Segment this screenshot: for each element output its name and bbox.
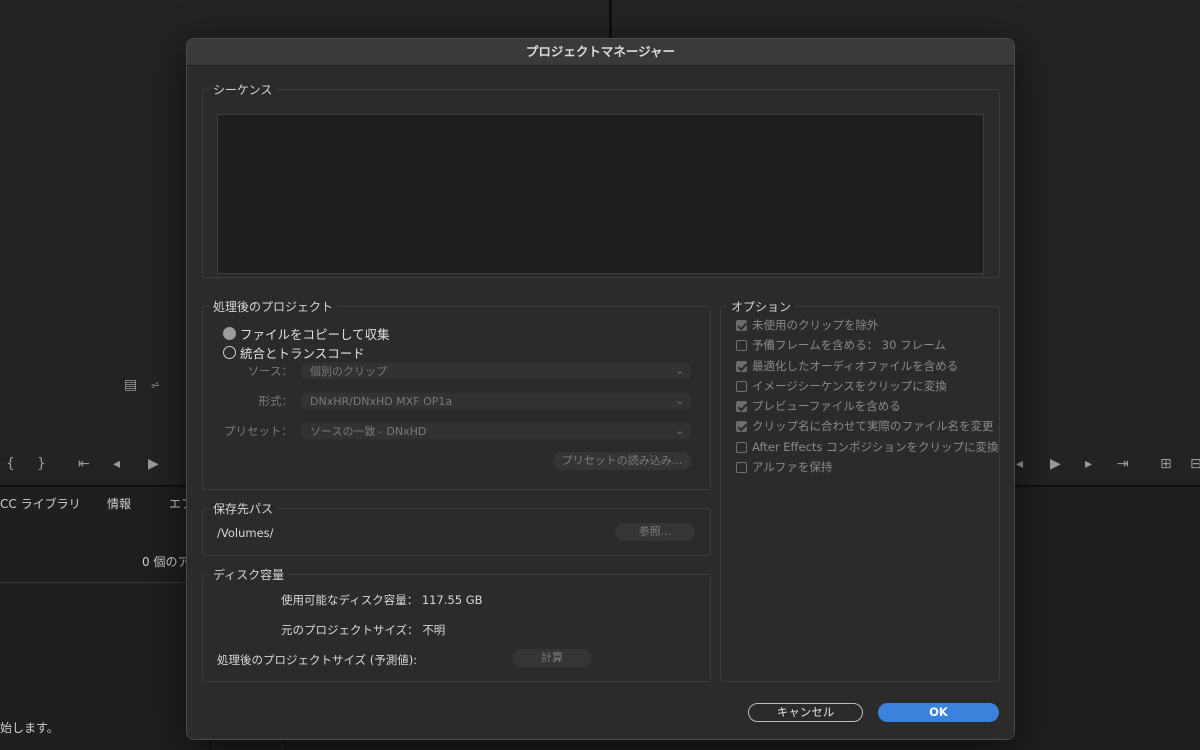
cancel-button[interactable]: キャンセル xyxy=(748,703,863,722)
status-text: 始します。 xyxy=(0,721,59,735)
go-to-in-icon[interactable]: ⇤ xyxy=(78,456,90,472)
format-label: 形式： xyxy=(258,394,294,408)
go-to-out-icon[interactable]: ⇥ xyxy=(1117,456,1129,472)
available-disk-space: 使用可能なディスク容量： 117.55 GB xyxy=(281,592,483,608)
options-group: オプション 未使用のクリップを除外 予備フレームを含める： 30 フレーム 最適… xyxy=(720,298,1000,682)
option-label: クリップ名に合わせて実際のファイル名を変更 xyxy=(752,419,994,433)
checkbox-exclude-unused[interactable] xyxy=(736,319,747,331)
checkbox-conformed-audio[interactable] xyxy=(736,360,747,372)
option-label: 最適化したオーディオファイルを含める xyxy=(752,359,959,373)
chevron-down-icon: ⌄ xyxy=(675,426,684,437)
destination-path-group: 保存先パス /Volumes/ 参照... xyxy=(202,500,711,556)
browse-button[interactable]: 参照... xyxy=(615,523,695,541)
load-preset-button[interactable]: プリセットの読み込み... xyxy=(553,452,691,470)
extract-icon[interactable]: ⊟ xyxy=(1190,456,1200,472)
option-label: 未使用のクリップを除外 xyxy=(752,318,879,332)
background-divider-lower xyxy=(0,582,186,583)
result-project-legend: 処理後のプロジェクト xyxy=(209,298,338,315)
library-prefix: CC xyxy=(0,497,17,511)
chevron-down-icon: ⌄ xyxy=(675,396,684,407)
chevron-down-icon: ⌄ xyxy=(675,366,684,377)
option-exclude-unused[interactable]: 未使用のクリップを除外 xyxy=(736,317,879,333)
original-project-size-label: 元のプロジェクトサイズ： xyxy=(281,623,419,637)
play-icon[interactable]: ▶ xyxy=(148,456,159,472)
tab-libraries-label: ライブラリ xyxy=(20,497,81,511)
option-preserve-alpha[interactable]: アルファを保持 xyxy=(736,459,832,475)
format-select[interactable]: DNxHR/DNxHD MXF OP1a ⌄ xyxy=(301,392,691,410)
radio-collect-copy-label: ファイルをコピーして収集 xyxy=(240,327,390,342)
calculate-button[interactable]: 計算 xyxy=(512,649,592,667)
option-label: イメージシーケンスをクリップに変換 xyxy=(752,379,947,393)
mark-in-icon[interactable]: { xyxy=(6,456,15,472)
marker-icon[interactable]: ▤ xyxy=(124,377,137,393)
checkbox-after-effects[interactable] xyxy=(736,441,747,453)
option-label: プレビューファイルを含める xyxy=(752,399,901,413)
original-project-size-value: 不明 xyxy=(422,623,446,637)
play-icon-program[interactable]: ▶ xyxy=(1050,456,1061,472)
preset-label: プリセット： xyxy=(224,424,293,438)
sequence-legend: シーケンス xyxy=(209,81,277,98)
source-label: ソース： xyxy=(247,364,293,378)
checkbox-preview-files[interactable] xyxy=(736,400,747,412)
available-disk-space-value: 117.55 GB xyxy=(421,593,483,607)
checkbox-handle-frames[interactable] xyxy=(736,339,747,351)
disk-space-group: ディスク容量 使用可能なディスク容量： 117.55 GB 元のプロジェクトサイ… xyxy=(202,566,711,682)
disk-space-legend: ディスク容量 xyxy=(209,566,289,583)
dialog-title: プロジェクトマネージャー xyxy=(187,39,1014,66)
preset-select[interactable]: ソースの一致 - DNxHD ⌄ xyxy=(301,422,691,440)
option-conformed-audio[interactable]: 最適化したオーディオファイルを含める xyxy=(736,358,958,374)
tab-libraries[interactable]: CC ライブラリ xyxy=(0,495,81,512)
radio-consolidate-transcode[interactable]: 統合とトランスコード xyxy=(223,343,365,362)
option-image-sequence[interactable]: イメージシーケンスをクリップに変換 xyxy=(736,378,947,394)
original-project-size: 元のプロジェクトサイズ： 不明 xyxy=(281,622,445,638)
checkbox-image-sequence[interactable] xyxy=(736,380,747,392)
option-after-effects[interactable]: After Effects コンポジションをクリップに変換 xyxy=(736,439,999,455)
option-label: After Effects コンポジションをクリップに変換 xyxy=(752,440,999,454)
audio-waveform-icon[interactable]: ⩫ xyxy=(150,378,160,392)
option-preview-files[interactable]: プレビューファイルを含める xyxy=(736,398,901,414)
radio-consolidate-transcode-label: 統合とトランスコード xyxy=(240,346,365,361)
option-label: アルファを保持 xyxy=(752,460,833,474)
step-forward-icon[interactable]: ▸ xyxy=(1085,456,1092,472)
project-manager-dialog: プロジェクトマネージャー シーケンス 処理後のプロジェクト ファイルをコピーして… xyxy=(186,38,1015,740)
radio-collect-copy-indicator[interactable] xyxy=(223,327,236,340)
source-select-value: 個別のクリップ xyxy=(310,365,387,378)
options-legend: オプション xyxy=(727,298,796,315)
lift-icon[interactable]: ⊞ xyxy=(1160,456,1172,472)
mark-out-icon[interactable]: } xyxy=(37,456,46,472)
sequence-group: シーケンス xyxy=(202,81,1000,278)
step-back-icon-program[interactable]: ◂ xyxy=(1016,456,1023,472)
checkbox-rename-files[interactable] xyxy=(736,420,747,432)
format-select-value: DNxHR/DNxHD MXF OP1a xyxy=(310,395,453,408)
option-handle-frames[interactable]: 予備フレームを含める： 30 フレーム xyxy=(736,337,946,353)
radio-collect-copy[interactable]: ファイルをコピーして収集 xyxy=(223,324,390,343)
result-project-group: 処理後のプロジェクト ファイルをコピーして収集 統合とトランスコード ソース： … xyxy=(202,298,711,490)
step-back-icon[interactable]: ◂ xyxy=(113,456,120,472)
preset-select-value: ソースの一致 - DNxHD xyxy=(310,425,427,438)
sequence-list[interactable] xyxy=(217,114,984,274)
checkbox-preserve-alpha[interactable] xyxy=(736,461,747,473)
ok-button[interactable]: OK xyxy=(878,703,999,722)
option-label: 予備フレームを含める： 30 フレーム xyxy=(752,338,946,352)
available-disk-space-label: 使用可能なディスク容量： xyxy=(281,593,419,607)
estimated-project-size-label: 処理後のプロジェクトサイズ (予測値): xyxy=(217,653,418,667)
option-rename-files[interactable]: クリップ名に合わせて実際のファイル名を変更 xyxy=(736,418,994,434)
source-select[interactable]: 個別のクリップ ⌄ xyxy=(301,362,691,380)
destination-path-value: /Volumes/ xyxy=(217,526,274,540)
radio-consolidate-transcode-indicator[interactable] xyxy=(223,346,236,359)
tab-info[interactable]: 情報 xyxy=(107,495,131,512)
destination-path-legend: 保存先パス xyxy=(209,500,278,517)
